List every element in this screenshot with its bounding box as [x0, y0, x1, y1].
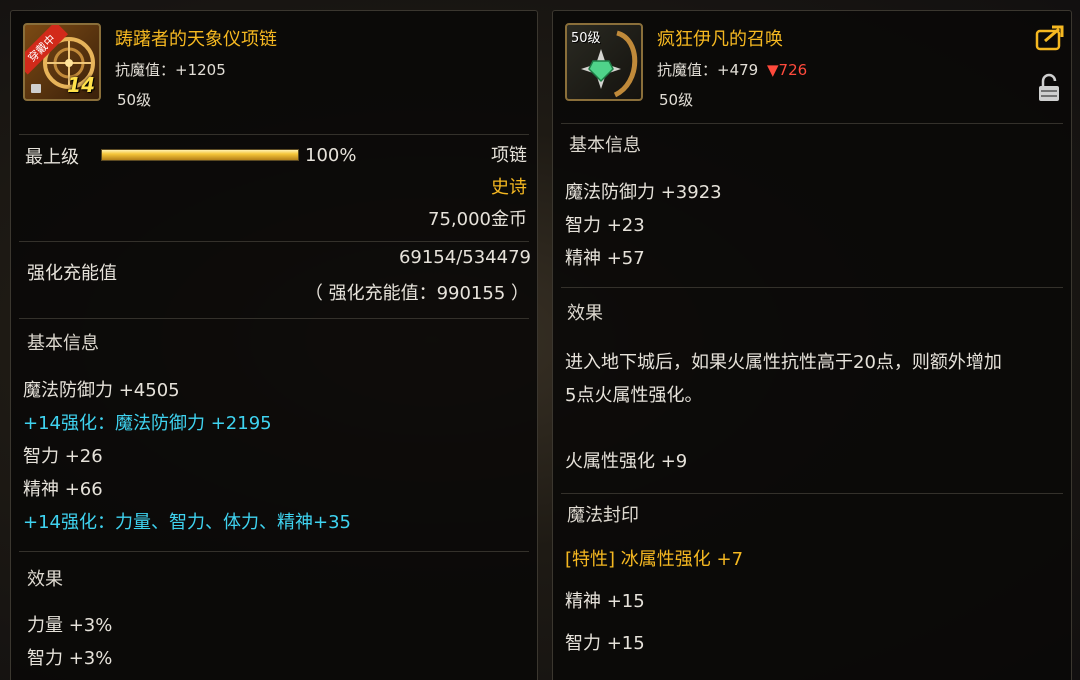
- seal-line: 智力 +15: [565, 633, 645, 654]
- grade-progress-bar: [101, 149, 299, 161]
- share-arrow-icon[interactable]: [1035, 25, 1065, 51]
- effect-header: 效果: [27, 569, 63, 590]
- item-level: 50级: [659, 91, 694, 109]
- level-badge: 50级: [571, 31, 601, 46]
- magic-resist-value: 抗魔值：+479 ▼726: [657, 59, 807, 80]
- magic-resist-text: 抗魔值：+479: [657, 61, 759, 79]
- stat-line: 魔法防御力 +4505: [23, 380, 180, 401]
- stat-line: 魔法防御力 +3923: [565, 182, 722, 203]
- effect-line: 智力 +3%: [27, 648, 113, 669]
- item-type: 项链: [491, 145, 527, 166]
- item-tooltip-compare: 50级 疯狂伊凡的召唤 抗魔值：+479 ▼726 50级 基本信息 魔法防御力…: [552, 10, 1072, 680]
- charge-total: （ 强化充能值：990155 ）: [304, 283, 529, 304]
- magic-resist-value: 抗魔值：+1205: [115, 61, 226, 79]
- effect-bonus: 火属性强化 +9: [565, 451, 688, 472]
- effect-header: 效果: [567, 303, 603, 324]
- basic-info-header: 基本信息: [569, 135, 641, 156]
- unlocked-padlock-icon[interactable]: [1037, 73, 1061, 103]
- stat-line: 智力 +26: [23, 446, 103, 467]
- item-icon-slot[interactable]: 50级: [565, 23, 643, 101]
- resist-diff-down: ▼726: [766, 61, 808, 79]
- stat-line-enhanced: +14强化：魔法防御力 +2195: [23, 413, 272, 434]
- charge-value: 69154/534479: [398, 247, 531, 268]
- seal-trait-line: [特性] 冰属性强化 +7: [565, 549, 744, 570]
- basic-info-header: 基本信息: [27, 333, 99, 354]
- grade-label: 最上级: [25, 147, 79, 168]
- enhance-level-badge: 14: [67, 73, 95, 97]
- effect-line: 力量 +3%: [27, 615, 113, 636]
- stat-line: 智力 +23: [565, 215, 645, 236]
- item-icon-slot[interactable]: 穿戴中 14: [23, 23, 101, 101]
- item-name: 踌躇者的天象仪项链: [115, 29, 277, 50]
- item-level: 50级: [117, 91, 152, 109]
- item-price: 75,000金币: [428, 209, 527, 230]
- effect-description: 5点火属性强化。: [565, 385, 703, 406]
- effect-description: 进入地下城后，如果火属性抗性高于20点，则额外增加: [565, 352, 1002, 373]
- stat-line: 精神 +66: [23, 479, 103, 500]
- stat-line-enhanced: +14强化：力量、智力、体力、精神+35: [23, 512, 351, 533]
- padlock-icon: [31, 84, 41, 93]
- item-tooltip-equipped: 穿戴中 14 踌躇者的天象仪项链 抗魔值：+1205 50级 最上级 100% …: [10, 10, 538, 680]
- seal-line: 精神 +15: [565, 591, 645, 612]
- item-rarity: 史诗: [491, 177, 527, 198]
- magic-seal-header: 魔法封印: [567, 505, 639, 526]
- item-name: 疯狂伊凡的召唤: [657, 29, 783, 50]
- stat-line: 精神 +57: [565, 248, 645, 269]
- grade-percent: 100%: [305, 145, 357, 166]
- charge-label: 强化充能值: [27, 263, 117, 284]
